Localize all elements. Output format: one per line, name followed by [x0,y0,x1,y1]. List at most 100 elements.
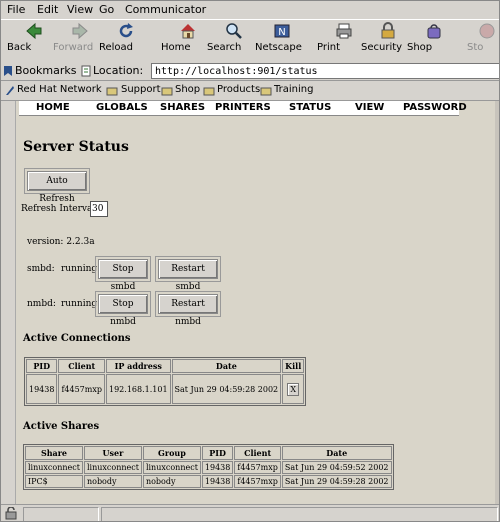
home-icon [181,24,195,39]
menu-bar: File Edit View Go Communicator [1,1,499,19]
column-header: Share [25,446,83,460]
cell-pid: 19438 [201,475,234,488]
security-label: Security [361,42,403,53]
active-shares-table: Share User Group PID Client Date linuxco… [23,444,394,490]
security-status-icon[interactable] [4,507,18,520]
netscape-label: Netscape [255,42,302,53]
link-support[interactable]: Support [121,84,161,95]
smbd-label: smbd: [27,264,55,274]
column-header: PID [201,446,234,460]
bookmark-folder-icon [106,87,118,96]
nav-printers[interactable]: PRINTERS [215,102,271,113]
nav-globals[interactable]: GLOBALS [96,102,148,113]
menu-edit[interactable]: Edit [37,3,58,16]
table-row: 19438 f4457mxp 192.168.1.101 Sat Jun 29 … [26,374,305,404]
page-proxy-icon[interactable] [81,65,92,77]
personal-toolbar: Red Hat Network Support Shop Products Tr… [1,81,499,101]
page-title: Server Status [23,139,129,155]
search-icon [226,23,242,39]
cell-pid: 19438 [26,374,58,404]
url-input[interactable] [151,63,499,79]
bookmark-tab-icon [4,66,12,76]
nav-view[interactable]: VIEW [355,102,384,113]
bookmark-folder-icon [203,87,215,96]
cell-pid: 19438 [201,461,234,474]
restart-smbd-button[interactable]: Restart smbd [155,256,221,292]
active-shares-heading: Active Shares [23,421,100,432]
cell-group: nobody [142,475,201,488]
progress-panel [23,507,99,521]
cell-date: Sat Jun 29 04:59:28 2002 [171,374,282,404]
browser-window: File Edit View Go Communicator Back Forw… [0,0,500,522]
page-content: HOME GLOBALS SHARES PRINTERS STATUS VIEW… [15,101,499,504]
cell-share: IPC$ [25,475,83,488]
cell-ip: 192.168.1.101 [106,374,171,404]
menu-view[interactable]: View [67,3,93,16]
shop-label: Shop [407,42,433,53]
search-label: Search [207,42,242,53]
table-row: linuxconnect linuxconnect linuxconnect 1… [25,461,392,474]
cell-client: f4457mxp [234,461,281,474]
nav-shares[interactable]: SHARES [160,102,205,113]
link-shop[interactable]: Shop [175,84,200,95]
table-header-row: PID Client IP address Date Kill [26,359,305,373]
link-products[interactable]: Products [217,84,260,95]
print-icon [336,23,352,39]
swat-nav: HOME GLOBALS SHARES PRINTERS STATUS VIEW… [19,101,467,116]
table-header-row: Share User Group PID Client Date [25,446,392,460]
shop-button[interactable]: Shop [407,22,461,60]
column-header: Client [58,359,105,373]
menu-communicator[interactable]: Communicator [125,3,206,16]
shop-icon [427,24,441,39]
search-button[interactable]: Search [207,22,261,60]
menu-go[interactable]: Go [99,3,114,16]
link-training[interactable]: Training [274,84,313,95]
menu-file[interactable]: File [7,3,25,16]
column-header: Client [234,446,281,460]
reload-label: Reload [99,42,134,53]
navigation-toolbar: Back Forward Reload Home Search N Netsca… [1,19,499,63]
cell-date: Sat Jun 29 04:59:52 2002 [281,461,392,474]
forward-label: Forward [53,42,94,53]
reload-button[interactable]: Reload [99,22,153,60]
table-row: IPC$ nobody nobody 19438 f4457mxp Sat Ju… [25,475,392,488]
restart-nmbd-button[interactable]: Restart nmbd [155,291,221,327]
nmbd-status: running [61,299,98,309]
bookmarks-button[interactable]: Bookmarks [15,64,76,77]
auto-refresh-button[interactable]: Auto Refresh [24,168,90,204]
column-header: Date [171,359,282,373]
forward-arrow-icon [72,22,88,40]
back-arrow-icon [26,22,42,40]
cell-group: linuxconnect [142,461,201,474]
cell-client: f4457mxp [234,475,281,488]
location-label: Location: [93,64,144,77]
print-label: Print [317,42,341,53]
cell-kill: X [282,374,305,404]
nav-password[interactable]: PASSWORD [403,102,467,113]
stop-nmbd-button[interactable]: Stop nmbd [95,291,151,327]
refresh-interval-input[interactable] [90,201,108,217]
cell-share: linuxconnect [25,461,83,474]
lock-icon [381,22,395,39]
status-bar [1,504,499,521]
link-red-hat-network[interactable]: Red Hat Network [17,84,102,95]
column-header: Group [142,446,201,460]
stop-smbd-button[interactable]: Stop smbd [95,256,151,292]
stop-icon [479,23,495,39]
vertical-scrollbar[interactable] [495,101,499,504]
refresh-interval-label: Refresh Interval: [21,204,99,214]
cell-user: nobody [83,475,142,488]
column-header: Kill [282,359,305,373]
netscape-button[interactable]: N Netscape [255,22,309,60]
stop-label: Sto [467,42,484,53]
cell-user: linuxconnect [83,461,142,474]
kill-connection-button[interactable]: X [287,382,300,396]
reload-icon [119,23,133,38]
version-text: version: 2.2.3a [27,237,95,247]
cell-client: f4457mxp [58,374,105,404]
nav-home[interactable]: HOME [36,102,70,113]
nmbd-label: nmbd: [27,299,56,309]
nav-status[interactable]: STATUS [289,102,331,113]
home-label: Home [161,42,191,53]
stop-button[interactable]: Sto [467,22,499,60]
